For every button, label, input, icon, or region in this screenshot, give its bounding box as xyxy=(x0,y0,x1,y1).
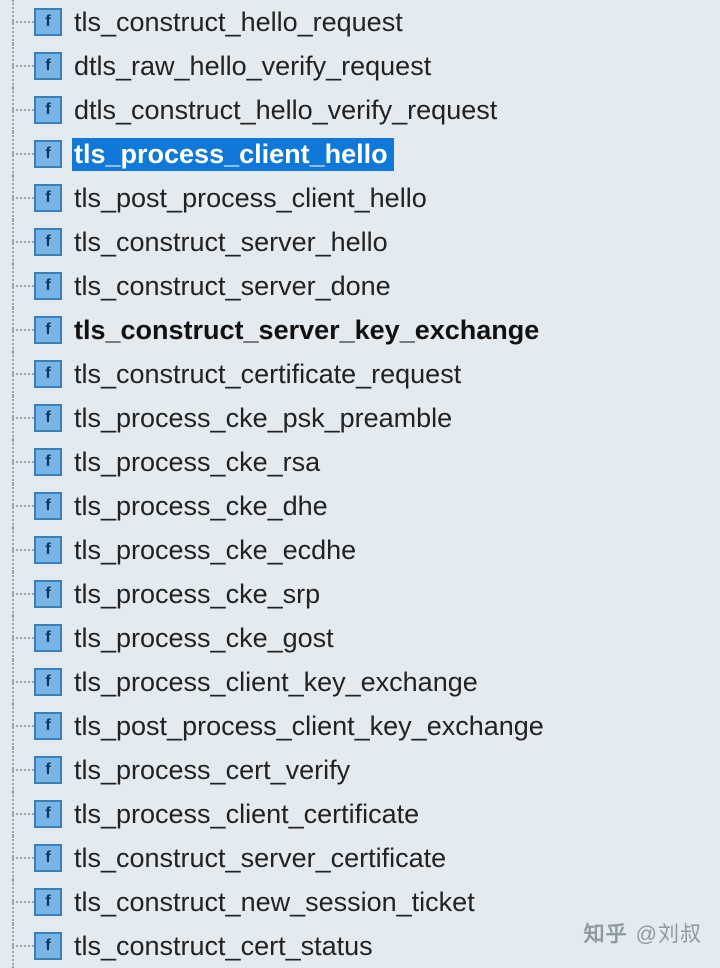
tree-item-label: tls_construct_hello_request xyxy=(72,6,409,39)
tree-connector xyxy=(6,176,34,220)
tree-item[interactable]: tls_process_cke_gost xyxy=(6,616,720,660)
tree-connector xyxy=(6,704,34,748)
tree-connector xyxy=(6,880,34,924)
tree-item-label: tls_post_process_client_hello xyxy=(72,182,433,215)
tree-item[interactable]: tls_process_cke_ecdhe xyxy=(6,528,720,572)
tree-connector xyxy=(6,616,34,660)
tree-item[interactable]: tls_process_client_hello xyxy=(6,132,720,176)
function-icon xyxy=(34,888,62,916)
tree-item[interactable]: tls_construct_new_session_ticket xyxy=(6,880,720,924)
tree-item-label: tls_process_cke_psk_preamble xyxy=(72,402,458,435)
function-icon xyxy=(34,140,62,168)
tree-item[interactable]: tls_construct_server_key_exchange xyxy=(6,308,720,352)
tree-connector xyxy=(6,836,34,880)
function-icon xyxy=(34,536,62,564)
tree-connector xyxy=(6,44,34,88)
function-icon xyxy=(34,580,62,608)
function-icon xyxy=(34,932,62,960)
tree-item-label: tls_post_process_client_key_exchange xyxy=(72,710,550,743)
tree-connector xyxy=(6,352,34,396)
tree-item-label: dtls_construct_hello_verify_request xyxy=(72,94,503,127)
function-icon xyxy=(34,184,62,212)
tree-connector xyxy=(6,528,34,572)
tree-item-label: tls_construct_server_hello xyxy=(72,226,394,259)
tree-item[interactable]: tls_process_cke_rsa xyxy=(6,440,720,484)
tree-item-label: tls_construct_cert_status xyxy=(72,930,379,963)
tree-item-label: dtls_raw_hello_verify_request xyxy=(72,50,437,83)
function-icon xyxy=(34,756,62,784)
tree-item-label: tls_process_cke_rsa xyxy=(72,446,326,479)
tree-item-label: tls_construct_new_session_ticket xyxy=(72,886,481,919)
tree-item[interactable]: tls_process_cke_psk_preamble xyxy=(6,396,720,440)
function-icon xyxy=(34,360,62,388)
function-icon xyxy=(34,800,62,828)
tree-item[interactable]: tls_process_cert_verify xyxy=(6,748,720,792)
function-icon xyxy=(34,844,62,872)
tree-item-label: tls_process_cke_gost xyxy=(72,622,340,655)
tree-item-label: tls_process_cke_srp xyxy=(72,578,326,611)
tree-connector xyxy=(6,924,34,968)
tree-item-label: tls_construct_server_certificate xyxy=(72,842,452,875)
tree-item-label: tls_process_cke_dhe xyxy=(72,490,334,523)
tree-connector xyxy=(6,748,34,792)
tree-connector xyxy=(6,396,34,440)
tree-connector xyxy=(6,440,34,484)
tree-item[interactable]: tls_process_cke_dhe xyxy=(6,484,720,528)
tree-item[interactable]: tls_construct_hello_request xyxy=(6,0,720,44)
tree-connector xyxy=(6,792,34,836)
function-icon xyxy=(34,272,62,300)
function-icon xyxy=(34,492,62,520)
tree-item[interactable]: tls_construct_server_certificate xyxy=(6,836,720,880)
tree-item[interactable]: tls_construct_server_done xyxy=(6,264,720,308)
tree-connector xyxy=(6,308,34,352)
tree-item-label: tls_process_client_certificate xyxy=(72,798,425,831)
tree-item-label: tls_process_cke_ecdhe xyxy=(72,534,362,567)
tree-item[interactable]: dtls_construct_hello_verify_request xyxy=(6,88,720,132)
function-icon xyxy=(34,52,62,80)
tree-item[interactable]: tls_construct_certificate_request xyxy=(6,352,720,396)
tree-item-label: tls_process_client_key_exchange xyxy=(72,666,484,699)
tree-item[interactable]: tls_process_client_key_exchange xyxy=(6,660,720,704)
function-icon xyxy=(34,712,62,740)
tree-item-label: tls_process_client_hello xyxy=(72,138,394,171)
function-icon xyxy=(34,448,62,476)
tree-item[interactable]: tls_post_process_client_key_exchange xyxy=(6,704,720,748)
function-icon xyxy=(34,96,62,124)
tree-connector xyxy=(6,484,34,528)
tree-connector xyxy=(6,660,34,704)
tree-item-label: tls_construct_server_done xyxy=(72,270,397,303)
tree-item[interactable]: tls_post_process_client_hello xyxy=(6,176,720,220)
function-icon xyxy=(34,8,62,36)
tree-connector xyxy=(6,264,34,308)
tree-item-label: tls_construct_certificate_request xyxy=(72,358,467,391)
tree-item-label: tls_process_cert_verify xyxy=(72,754,356,787)
function-icon xyxy=(34,668,62,696)
tree-connector xyxy=(6,220,34,264)
tree-item[interactable]: tls_construct_cert_status xyxy=(6,924,720,968)
tree-item[interactable]: tls_process_client_certificate xyxy=(6,792,720,836)
tree-connector xyxy=(6,88,34,132)
tree-connector xyxy=(6,572,34,616)
function-icon xyxy=(34,316,62,344)
tree-item[interactable]: tls_process_cke_srp xyxy=(6,572,720,616)
tree-item-label: tls_construct_server_key_exchange xyxy=(72,314,545,347)
function-icon xyxy=(34,624,62,652)
function-icon xyxy=(34,404,62,432)
function-tree: tls_construct_hello_request dtls_raw_hell… xyxy=(0,0,720,968)
function-icon xyxy=(34,228,62,256)
tree-connector xyxy=(6,132,34,176)
tree-item[interactable]: tls_construct_server_hello xyxy=(6,220,720,264)
tree-connector xyxy=(6,0,34,44)
tree-item[interactable]: dtls_raw_hello_verify_request xyxy=(6,44,720,88)
